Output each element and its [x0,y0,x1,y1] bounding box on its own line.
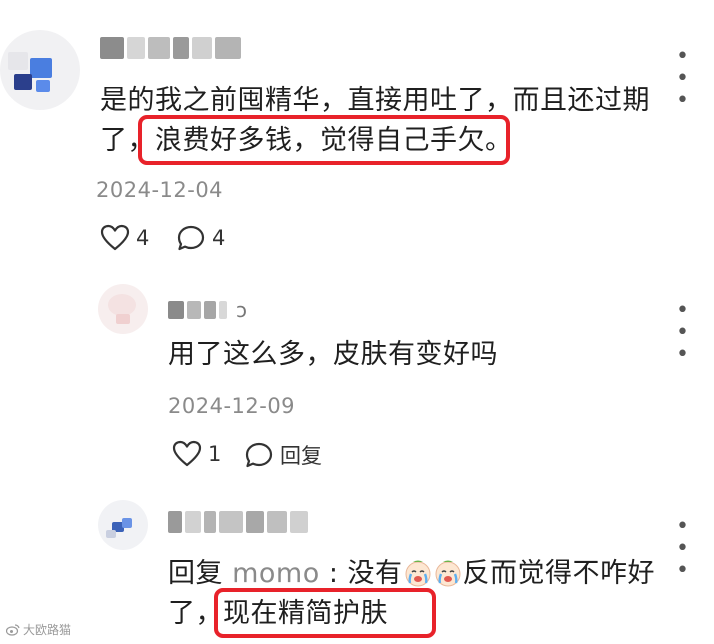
like-button[interactable]: 1 [172,440,221,468]
avatar[interactable] [0,30,80,110]
highlight-box [138,115,510,165]
reply-count-button[interactable]: 4 [176,224,225,252]
comment-thread: • • • 是的我之前囤精华，直接用吐了，而且还过期 了，浪费好多钱，觉得自己手… [0,0,714,644]
like-count: 1 [208,442,222,466]
username-blurred[interactable]: ɔ [168,296,247,324]
like-button[interactable]: 4 [100,224,149,252]
watermark-text: 大欧路猫 [23,623,72,637]
reply-prefix: 回复 [168,558,233,589]
reply-text-suffix: 反而觉得不咋好 [462,558,655,589]
crying-emoji-icon [405,560,430,587]
heart-icon [172,440,202,467]
more-options-icon[interactable]: • • • [676,46,714,112]
avatar[interactable] [98,500,148,550]
avatar[interactable] [98,284,148,334]
crying-emoji-icon [435,560,460,587]
username-suffix: ɔ [236,298,247,322]
comment-bubble-icon [177,225,205,251]
mention-link[interactable]: momo [232,558,320,589]
like-count: 4 [136,226,150,250]
reply-date: 2024-12-09 [168,394,296,418]
comment-bubble-icon [245,442,273,468]
weibo-logo-icon [6,623,20,636]
heart-icon [100,224,130,251]
comment-date: 2024-12-04 [96,178,224,202]
reply-text-mid: : 没有 [319,558,403,589]
reply-text: 用了这么多，皮肤有变好吗 [168,339,498,370]
more-options-icon[interactable]: • • • [676,300,714,366]
watermark: 大欧路猫 [6,621,71,638]
reply-label: 回复 [280,444,322,468]
reply-count: 4 [212,226,226,250]
highlight-box [214,588,436,638]
username-blurred[interactable] [100,34,241,62]
more-options-icon[interactable]: • • • [676,516,714,582]
reply-button[interactable]: 回复 [244,440,322,470]
username-blurred[interactable] [168,508,308,536]
